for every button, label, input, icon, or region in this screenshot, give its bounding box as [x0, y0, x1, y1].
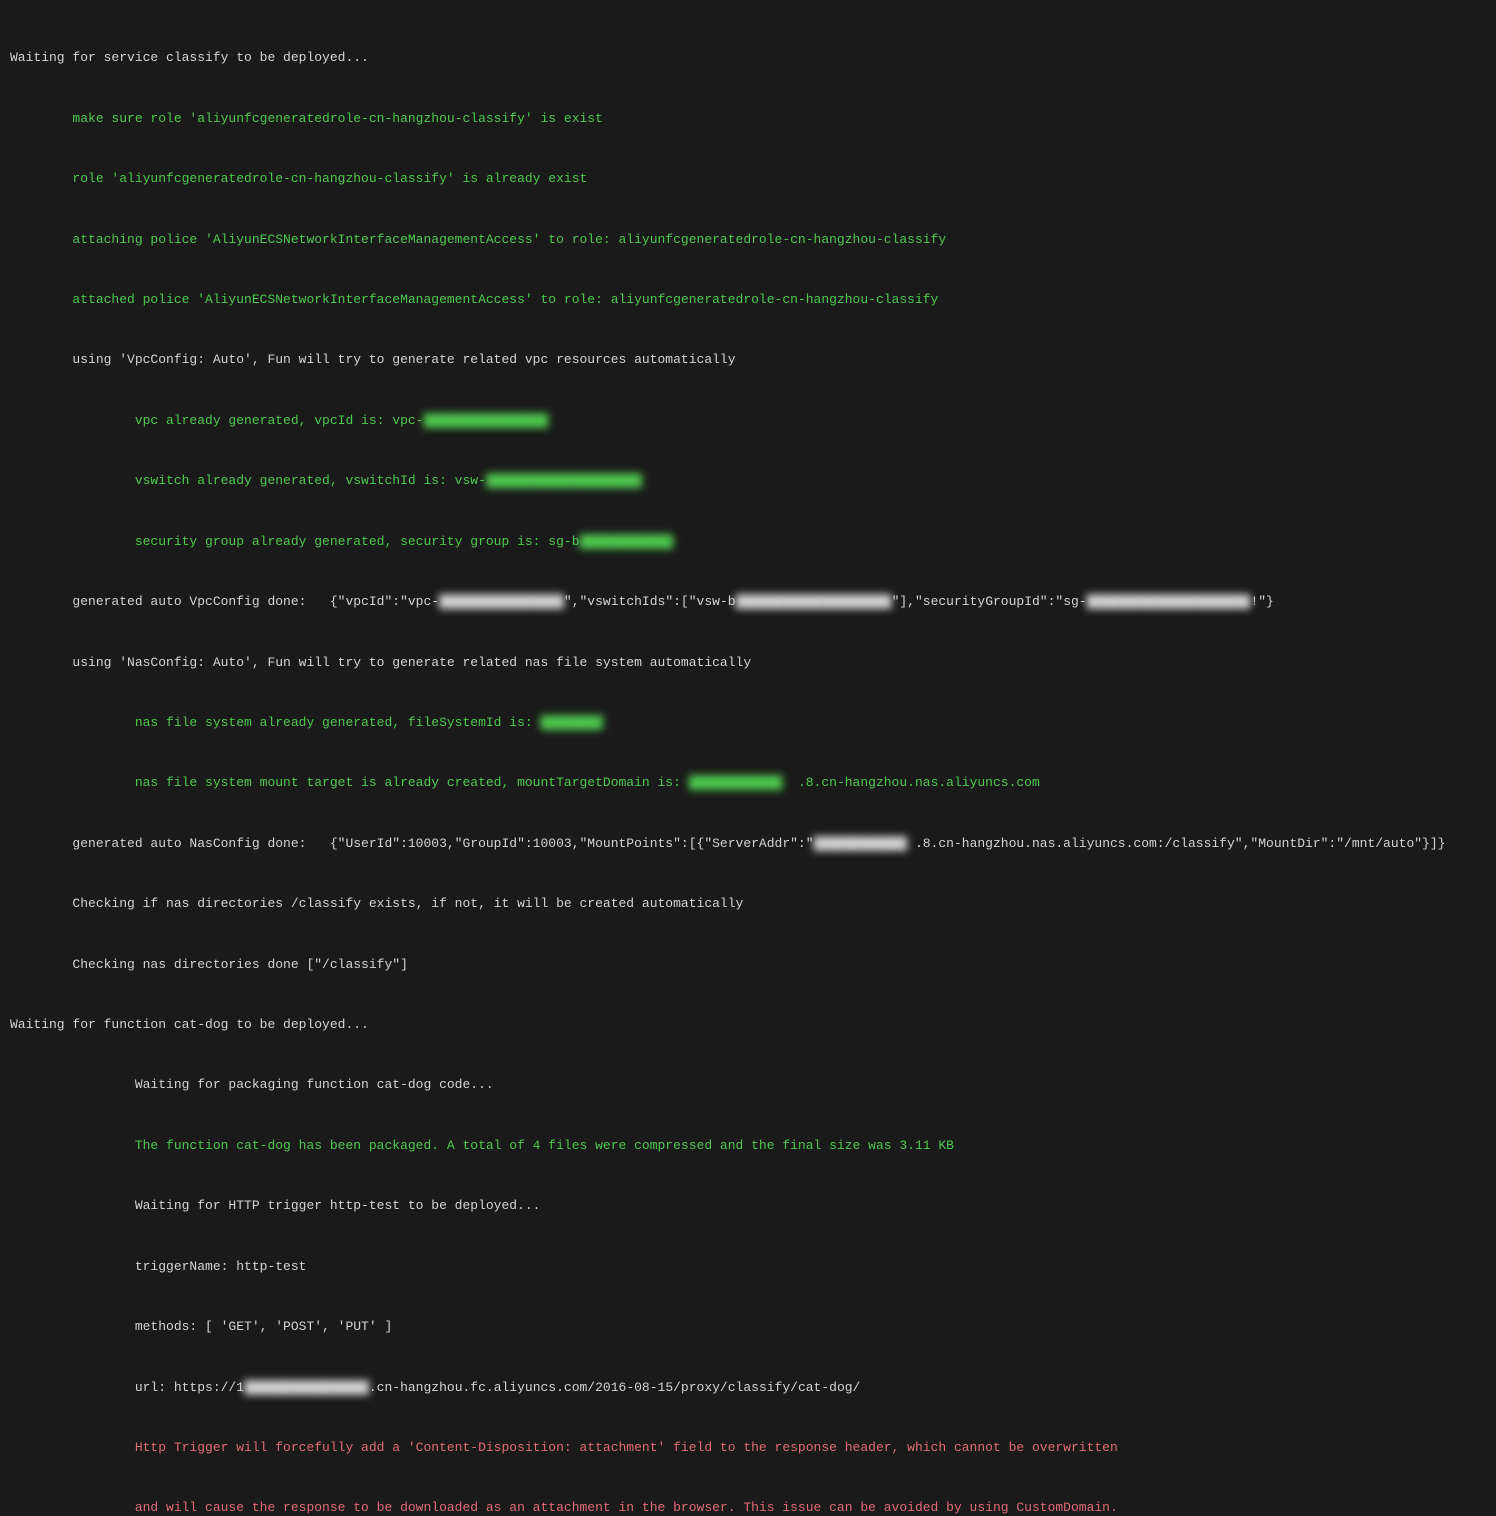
- line-18: Waiting for packaging function cat-dog c…: [10, 1075, 1486, 1095]
- line-6: using 'VpcConfig: Auto', Fun will try to…: [10, 350, 1486, 370]
- blur-url: ████████████████: [244, 1378, 369, 1398]
- line-13: nas file system mount target is already …: [10, 773, 1486, 793]
- line-21: triggerName: http-test: [10, 1257, 1486, 1277]
- line-7: vpc already generated, vpcId is: vpc-███…: [10, 411, 1486, 431]
- line-8: vswitch already generated, vswitchId is:…: [10, 471, 1486, 491]
- line-25: and will cause the response to be downlo…: [10, 1498, 1486, 1516]
- line-4: attaching police 'AliyunECSNetworkInterf…: [10, 230, 1486, 250]
- line-15: Checking if nas directories /classify ex…: [10, 894, 1486, 914]
- blur-vswid: ████████████████████: [736, 592, 892, 612]
- line-5: attached police 'AliyunECSNetworkInterfa…: [10, 290, 1486, 310]
- line-1: Waiting for service classify to be deplo…: [10, 48, 1486, 68]
- blur-fsid: ████████: [541, 713, 603, 733]
- blur-server: ████████████: [814, 834, 908, 854]
- line-20: Waiting for HTTP trigger http-test to be…: [10, 1196, 1486, 1216]
- blur-vsw: ████████████████████: [486, 471, 642, 491]
- line-11: using 'NasConfig: Auto', Fun will try to…: [10, 653, 1486, 673]
- blur-vpcid: ████████████████: [439, 592, 564, 612]
- blur-sgid: █████████████████████: [1087, 592, 1251, 612]
- line-22: methods: [ 'GET', 'POST', 'PUT' ]: [10, 1317, 1486, 1337]
- blur-vpc: ████████████████: [423, 411, 548, 431]
- line-3: role 'aliyunfcgeneratedrole-cn-hangzhou-…: [10, 169, 1486, 189]
- line-24: Http Trigger will forcefully add a 'Cont…: [10, 1438, 1486, 1458]
- line-2: make sure role 'aliyunfcgeneratedrole-cn…: [10, 109, 1486, 129]
- line-16: Checking nas directories done ["/classif…: [10, 955, 1486, 975]
- line-19: The function cat-dog has been packaged. …: [10, 1136, 1486, 1156]
- terminal-output: Waiting for service classify to be deplo…: [10, 8, 1486, 1516]
- line-10: generated auto VpcConfig done: {"vpcId":…: [10, 592, 1486, 612]
- line-23: url: https://1████████████████.cn-hangzh…: [10, 1378, 1486, 1398]
- line-12: nas file system already generated, fileS…: [10, 713, 1486, 733]
- line-17: Waiting for function cat-dog to be deplo…: [10, 1015, 1486, 1035]
- blur-sg: ████████████: [580, 532, 674, 552]
- blur-mount: ████████████: [689, 773, 783, 793]
- line-9: security group already generated, securi…: [10, 532, 1486, 552]
- line-14: generated auto NasConfig done: {"UserId"…: [10, 834, 1486, 854]
